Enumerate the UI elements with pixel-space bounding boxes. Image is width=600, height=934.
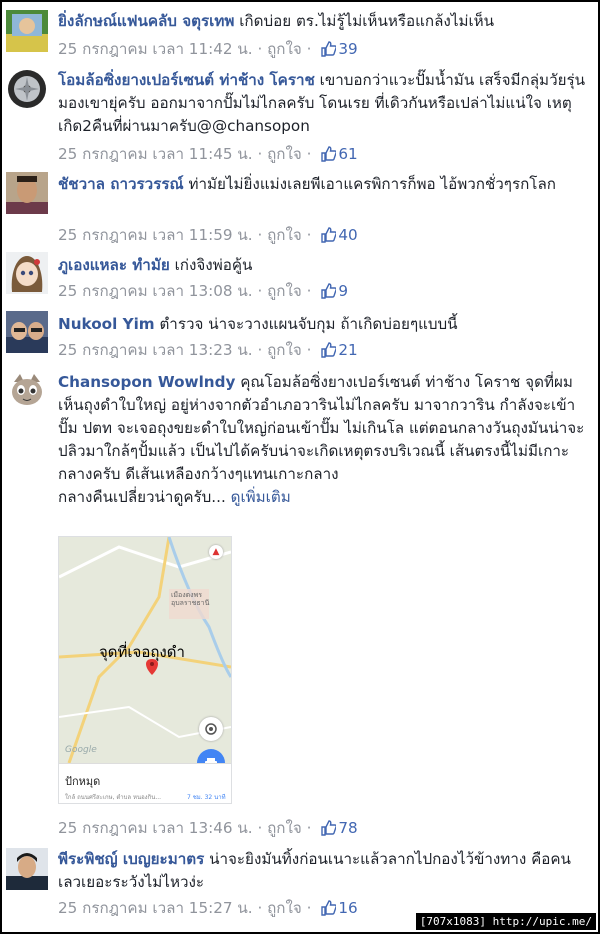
like-count[interactable]: 9	[338, 282, 348, 300]
like-count[interactable]: 16	[338, 899, 357, 917]
like-count[interactable]: 40	[338, 226, 357, 244]
avatar-image	[6, 172, 48, 214]
comment-body: ยิ่งลักษณ์แฟนคลับ จตุรเทพ เกิดบ่อย ตร.ไม…	[58, 10, 590, 33]
comment-body: Chansopon Wowlndy คุณโอมล้อซิ่งยางเปอร์เ…	[58, 371, 590, 509]
place-address: ใกล้ ถนนศรีสะเกษ, ตำบล หนองกิน...	[65, 794, 162, 801]
like-link[interactable]: ถูกใจ	[267, 40, 302, 58]
avatar-image	[6, 311, 48, 353]
author-name[interactable]: ภูเองแหละ ทำมัย	[58, 256, 170, 274]
drive-time: 7 ชม. 32 นาที	[187, 794, 226, 801]
comment-timestamp[interactable]: 25 กรกฎาคม เวลา 11:45 น.	[58, 145, 253, 163]
like-link[interactable]: ถูกใจ	[267, 145, 302, 163]
comment-meta: 25 กรกฎาคม เวลา 11:45 น. · ถูกใจ · 61	[58, 145, 358, 163]
avatar-image	[6, 370, 48, 412]
like-thumb-icon	[321, 146, 337, 162]
comment-body: Nukool Yim ตำรวจ น่าจะวางแผนจับกุม ถ้าเก…	[58, 313, 590, 336]
crosshair-icon	[205, 723, 217, 735]
map-pin-label: จุดที่เจอถุงดำ	[99, 643, 185, 661]
comment-text: ท่ามัยไม่ยิ่งแม่งเลยพีเอาแครพิการก็พอ ไอ…	[188, 175, 556, 193]
google-logo: Google	[65, 745, 97, 755]
author-name[interactable]: Nukool Yim	[58, 315, 155, 333]
avatar[interactable]	[6, 370, 48, 412]
like-link[interactable]: ถูกใจ	[267, 282, 302, 300]
avatar-image	[6, 10, 48, 52]
comment-meta: 25 กรกฎาคม เวลา 13:23 น. · ถูกใจ · 21	[58, 341, 358, 359]
like-count[interactable]: 78	[338, 819, 357, 837]
author-name[interactable]: Chansopon Wowlndy	[58, 373, 235, 391]
comment-text: เก่งจิงพ่อคู้น	[174, 256, 253, 274]
comment-meta: 25 กรกฎาคม เวลา 15:27 น. · ถูกใจ · 16	[58, 899, 358, 917]
avatar[interactable]	[6, 311, 48, 353]
like-link[interactable]: ถูกใจ	[267, 226, 302, 244]
comment-body: พีระพิชญ์ เบญยะมาตร น่าจะยิงมันทิ้งก่อนเ…	[58, 848, 590, 894]
comment-list: ยิ่งลักษณ์แฟนคลับ จตุรเทพ เกิดบ่อย ตร.ไม…	[0, 0, 600, 934]
see-more-link[interactable]: ดูเพิ่มเติม	[231, 488, 291, 506]
comment-timestamp[interactable]: 25 กรกฎาคม เวลา 13:08 น.	[58, 282, 253, 300]
like-thumb-icon	[321, 41, 337, 57]
avatar-image	[6, 252, 48, 294]
like-thumb-icon	[321, 227, 337, 243]
avatar[interactable]	[6, 10, 48, 52]
avatar[interactable]	[6, 68, 48, 110]
avatar-image	[6, 68, 48, 110]
like-count[interactable]: 61	[338, 145, 357, 163]
comment-timestamp[interactable]: 25 กรกฎาคม เวลา 11:59 น.	[58, 226, 253, 244]
compass-icon[interactable]: ▲	[209, 545, 223, 559]
author-name[interactable]: โอมล้อซิ่งยางเปอร์เซนต์ ท่าช้าง โคราช	[58, 71, 315, 89]
comment-timestamp[interactable]: 25 กรกฎาคม เวลา 13:23 น.	[58, 341, 253, 359]
like-count[interactable]: 21	[338, 341, 357, 359]
map-attachment[interactable]: เมืองตงพร อุบลราชธานี จุดที่เจอถุงดำ ▲ G…	[58, 536, 232, 804]
comment-text: เกิดบ่อย ตร.ไม่รู้ไม่เห็นหรือแกล้งไม่เห็…	[239, 12, 495, 30]
like-link[interactable]: ถูกใจ	[267, 341, 302, 359]
like-link[interactable]: ถูกใจ	[267, 899, 302, 917]
place-title: ปักหมุด	[65, 775, 101, 788]
author-name[interactable]: ยิ่งลักษณ์แฟนคลับ จตุรเทพ	[58, 12, 234, 30]
comment-meta: 25 กรกฎาคม เวลา 13:08 น. · ถูกใจ · 9	[58, 282, 348, 300]
avatar[interactable]	[6, 172, 48, 214]
avatar-image	[6, 848, 48, 890]
avatar[interactable]	[6, 252, 48, 294]
author-name[interactable]: ชัชวาล ถาวรวรรณ์	[58, 175, 184, 193]
comment-text-continued: กลางคืนเปลี่ยวน่าดูครับ...	[58, 488, 226, 506]
comment-timestamp[interactable]: 25 กรกฎาคม เวลา 15:27 น.	[58, 899, 253, 917]
comment-meta: 25 กรกฎาคม เวลา 11:42 น. · ถูกใจ · 39	[58, 40, 358, 58]
like-link[interactable]: ถูกใจ	[267, 819, 302, 837]
comment-text: ตำรวจ น่าจะวางแผนจับกุม ถ้าเกิดบ่อยๆแบบน…	[159, 315, 458, 333]
comment-body: โอมล้อซิ่งยางเปอร์เซนต์ ท่าช้าง โคราช เข…	[58, 69, 590, 138]
comment-meta: 25 กรกฎาคม เวลา 11:59 น. · ถูกใจ · 40	[58, 226, 358, 244]
avatar[interactable]	[6, 848, 48, 890]
like-thumb-icon	[321, 342, 337, 358]
comment-body: ภูเองแหละ ทำมัย เก่งจิงพ่อคู้น	[58, 254, 590, 277]
like-count[interactable]: 39	[338, 40, 357, 58]
comment-meta: 25 กรกฎาคม เวลา 13:46 น. · ถูกใจ · 78	[58, 819, 358, 837]
map-place-label: เมืองตงพร อุบลราชธานี	[171, 591, 210, 607]
comment-timestamp[interactable]: 25 กรกฎาคม เวลา 13:46 น.	[58, 819, 253, 837]
like-thumb-icon	[321, 283, 337, 299]
author-name[interactable]: พีระพิชญ์ เบญยะมาตร	[58, 850, 204, 868]
place-card[interactable]: ปักหมุด ใกล้ ถนนศรีสะเกษ, ตำบล หนองกิน..…	[59, 763, 231, 803]
like-thumb-icon	[321, 820, 337, 836]
like-thumb-icon	[321, 900, 337, 916]
watermark: [707x1083] http://upic.me/	[415, 913, 596, 930]
comment-timestamp[interactable]: 25 กรกฎาคม เวลา 11:42 น.	[58, 40, 253, 58]
comment-body: ชัชวาล ถาวรวรรณ์ ท่ามัยไม่ยิ่งแม่งเลยพีเ…	[58, 173, 590, 196]
my-location-icon[interactable]	[199, 717, 223, 741]
